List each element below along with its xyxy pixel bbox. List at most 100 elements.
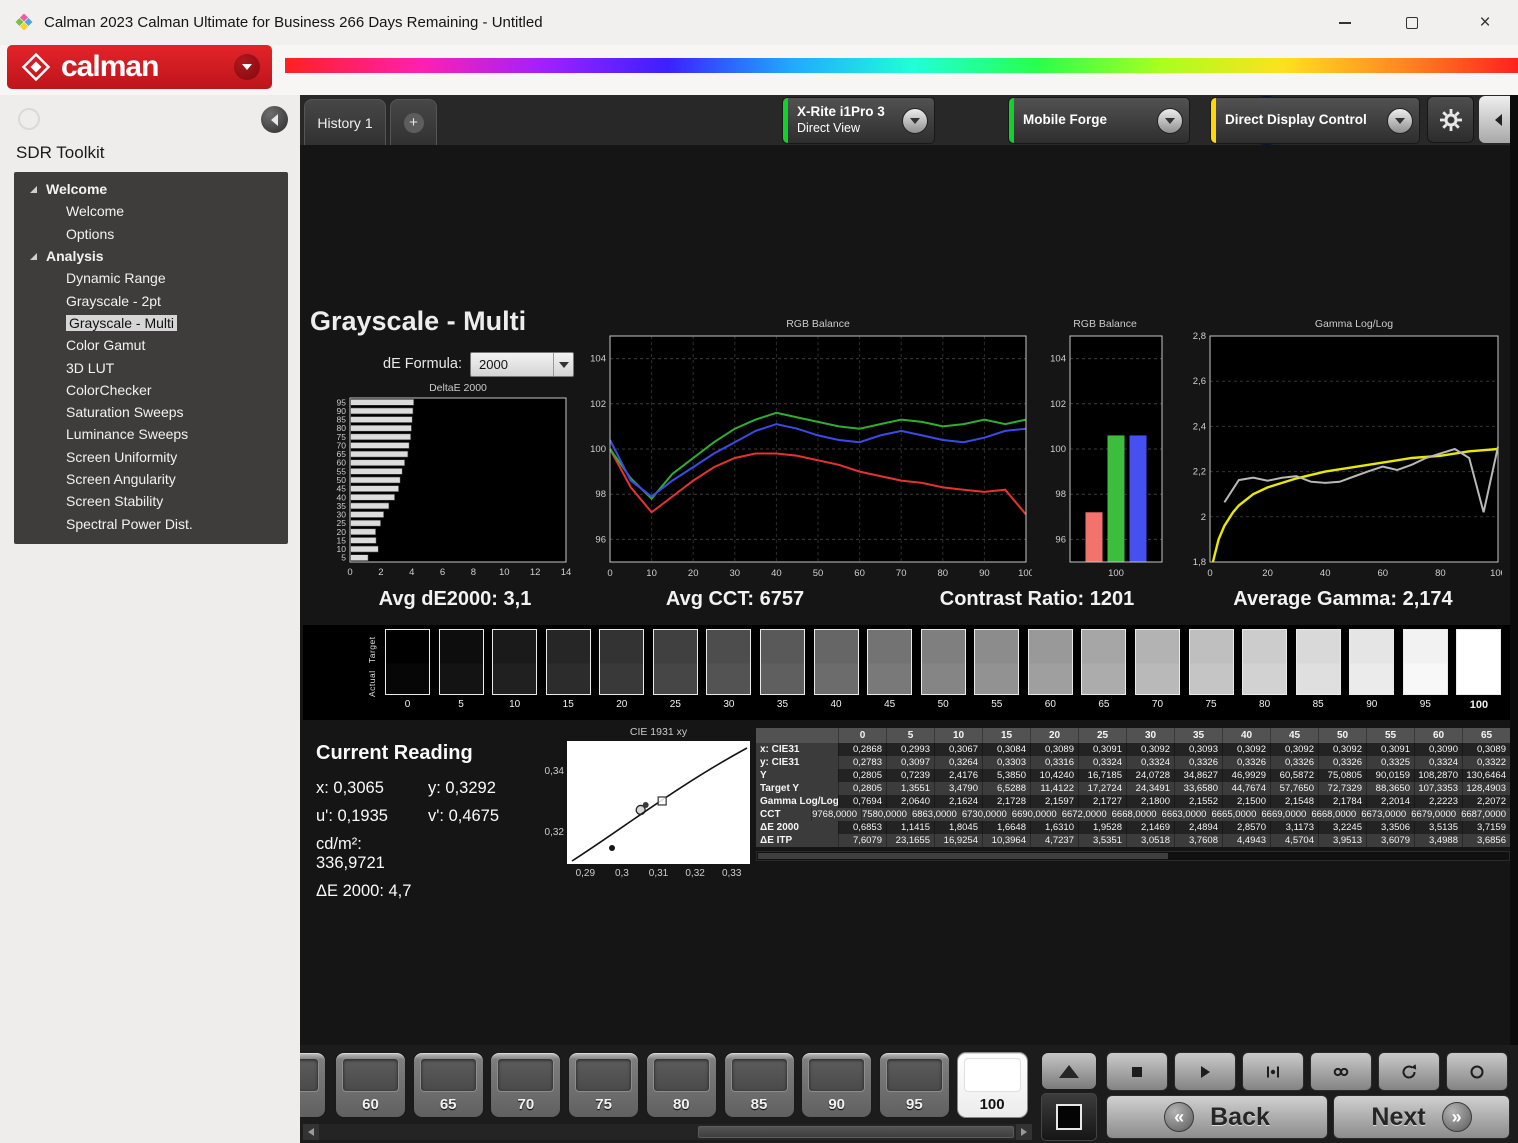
stop-button[interactable] (1106, 1052, 1168, 1091)
svg-text:100: 100 (1018, 568, 1032, 579)
table-cell: 3,6856 (1462, 834, 1510, 847)
de-formula-select[interactable]: 2000 (470, 352, 574, 377)
meter1-dropdown-button[interactable] (902, 108, 928, 134)
minimize-button[interactable] (1322, 0, 1368, 45)
meter2-dropdown-button[interactable] (1157, 108, 1183, 134)
level-screen (419, 1058, 477, 1092)
pattern-eject-button[interactable] (1041, 1052, 1097, 1090)
table-cell: 6668,0000 (1310, 808, 1360, 821)
level-button-65[interactable]: 65 (412, 1052, 484, 1118)
level-button-70[interactable]: 70 (490, 1052, 562, 1118)
level-button-60[interactable]: 60 (335, 1052, 406, 1118)
table-cell: 0,3326 (1174, 756, 1222, 769)
level-button-partial[interactable] (300, 1052, 326, 1118)
table-col-header: 45 (1270, 728, 1318, 743)
table-cell: 17,2724 (1078, 782, 1126, 795)
tree-group-analysis[interactable]: Analysis (14, 245, 288, 267)
sidebar-item-grayscale-multi[interactable]: Grayscale - Multi (14, 312, 288, 334)
table-cell: 1,6648 (982, 821, 1030, 834)
bottom-scrollbar-thumb[interactable] (698, 1126, 1014, 1138)
patch-label-65: 65 (1098, 699, 1110, 710)
table-cell: 3,7608 (1174, 834, 1222, 847)
table-row-label: Target Y (756, 782, 838, 795)
cie-plot (567, 741, 750, 864)
sidebar-item-dynamic-range[interactable]: Dynamic Range (14, 267, 288, 289)
pattern-window-button[interactable] (1041, 1093, 1097, 1141)
table-row-label: CCT (756, 808, 812, 821)
meter-panel-1[interactable]: X-Rite i1Pro 3 Direct View (782, 97, 935, 144)
patch-label-80: 80 (1259, 699, 1271, 710)
table-cell: 6665,0000 (1210, 808, 1260, 821)
svg-text:104: 104 (590, 354, 606, 365)
back-label: Back (1210, 1102, 1270, 1131)
table-cell: 2,4176 (934, 769, 982, 782)
table-cell: 3,4988 (1414, 834, 1462, 847)
table-cell: 23,1655 (886, 834, 934, 847)
svg-text:12: 12 (530, 567, 541, 578)
settings-button[interactable] (1427, 96, 1474, 143)
expander-icon[interactable] (30, 185, 37, 193)
sidebar-item-label: Screen Uniformity (66, 448, 178, 465)
meter-panel-3[interactable]: Direct Display Control (1210, 97, 1420, 144)
tab-history[interactable]: History 1 (304, 99, 386, 145)
sidebar-item-options[interactable]: Options (14, 223, 288, 245)
scroll-left-button[interactable] (303, 1124, 319, 1140)
level-button-95[interactable]: 95 (878, 1052, 950, 1118)
sidebar-item-saturation-sweeps[interactable]: Saturation Sweeps (14, 401, 288, 423)
logo-dropdown-button[interactable] (234, 54, 260, 80)
sidebar-item-grayscale-2pt[interactable]: Grayscale - 2pt (14, 289, 288, 311)
table-col-header: 0 (838, 728, 886, 743)
meter3-dropdown-button[interactable] (1387, 108, 1413, 134)
level-screen (497, 1058, 555, 1092)
svg-text:100: 100 (1490, 568, 1502, 579)
patch-label-50: 50 (937, 699, 949, 710)
record-button[interactable] (1446, 1052, 1508, 1091)
level-button-85[interactable]: 85 (723, 1052, 795, 1118)
play-button[interactable] (1174, 1052, 1236, 1091)
table-scrollbar-thumb[interactable] (758, 853, 1168, 859)
level-button-90[interactable]: 90 (801, 1052, 873, 1118)
sidebar-item-luminance-sweeps[interactable]: Luminance Sweeps (14, 423, 288, 445)
continuous-measure-button[interactable] (1310, 1052, 1372, 1091)
maximize-button[interactable] (1389, 0, 1435, 45)
level-button-100[interactable]: 100 (956, 1052, 1028, 1118)
sidebar-item-spectral-power-dist[interactable]: Spectral Power Dist. (14, 512, 288, 534)
sidebar-item-color-gamut[interactable]: Color Gamut (14, 334, 288, 356)
add-tab-icon: + (403, 112, 424, 133)
sidebar-item-3d-lut[interactable]: 3D LUT (14, 356, 288, 378)
close-button[interactable]: × (1462, 0, 1508, 45)
table-cell: 7580,0000 (861, 808, 911, 821)
table-cell: 2,1784 (1318, 795, 1366, 808)
expander-icon[interactable] (30, 252, 37, 260)
sidebar-item-welcome[interactable]: Welcome (14, 200, 288, 222)
sidebar-item-screen-stability[interactable]: Screen Stability (14, 490, 288, 512)
table-cell: 0,3264 (934, 756, 982, 769)
back-button[interactable]: « Back (1106, 1095, 1328, 1139)
table-cell: 0,3326 (1318, 756, 1366, 769)
single-measure-button[interactable] (1242, 1052, 1304, 1091)
level-screen (963, 1058, 1021, 1092)
tab-add[interactable]: + (390, 99, 437, 145)
sidebar-collapse-button[interactable] (261, 106, 288, 133)
title-bar: Calman 2023 Calman Ultimate for Business… (0, 0, 1518, 45)
bottom-scrollbar[interactable] (303, 1124, 1032, 1140)
svg-text:2: 2 (378, 567, 383, 578)
level-button-75[interactable]: 75 (568, 1052, 640, 1118)
sidebar-item-colorchecker[interactable]: ColorChecker (14, 379, 288, 401)
scroll-right-button[interactable] (1016, 1124, 1032, 1140)
table-scrollbar[interactable] (756, 851, 1510, 861)
level-screen (730, 1058, 788, 1092)
svg-text:96: 96 (595, 534, 606, 545)
sidebar-item-screen-uniformity[interactable]: Screen Uniformity (14, 446, 288, 468)
level-button-80[interactable]: 80 (645, 1052, 717, 1118)
grayscale-patch-95 (1402, 629, 1448, 695)
sidebar-item-screen-angularity[interactable]: Screen Angularity (14, 468, 288, 490)
sidebar: SDR Toolkit Welcome Welcome Options Analysi… (0, 95, 300, 1143)
tree-group-welcome[interactable]: Welcome (14, 178, 288, 200)
next-button[interactable]: Next » (1333, 1095, 1510, 1139)
table-col-header: 30 (1126, 728, 1174, 743)
grayscale-patch-100 (1456, 629, 1502, 695)
loop-button[interactable] (1378, 1052, 1440, 1091)
meter-panel-2[interactable]: Mobile Forge (1008, 97, 1190, 144)
calman-logo[interactable]: calman (7, 45, 272, 89)
